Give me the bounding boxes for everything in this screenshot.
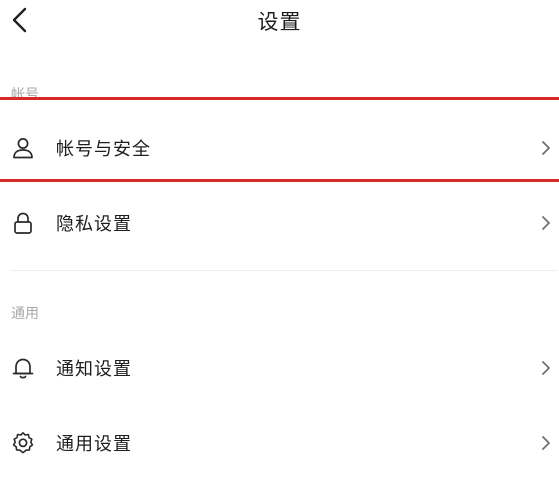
section-divider [11,270,557,271]
person-icon [13,138,33,159]
bell-icon [12,358,34,379]
settings-item-general[interactable]: 通用设置 [0,413,559,473]
chevron-right-icon [542,436,550,450]
chevron-right-icon [542,361,550,375]
settings-item-label: 通用设置 [56,434,132,455]
settings-item-notifications[interactable]: 通知设置 [0,338,559,398]
gear-icon [12,432,34,454]
page-title: 设置 [257,10,302,34]
header: 设置 [0,0,559,44]
chevron-right-icon [542,216,550,230]
settings-item-label: 通知设置 [56,359,132,380]
section-label-general: 通用 [11,306,39,322]
settings-item-account-security[interactable]: 帐号与安全 [0,118,559,178]
settings-item-label: 帐号与安全 [56,139,151,160]
chevron-right-icon [542,141,550,155]
section-label-account: 帐号 [11,87,39,103]
lock-icon [14,212,32,234]
settings-item-label: 隐私设置 [56,214,132,235]
settings-item-privacy[interactable]: 隐私设置 [0,193,559,253]
